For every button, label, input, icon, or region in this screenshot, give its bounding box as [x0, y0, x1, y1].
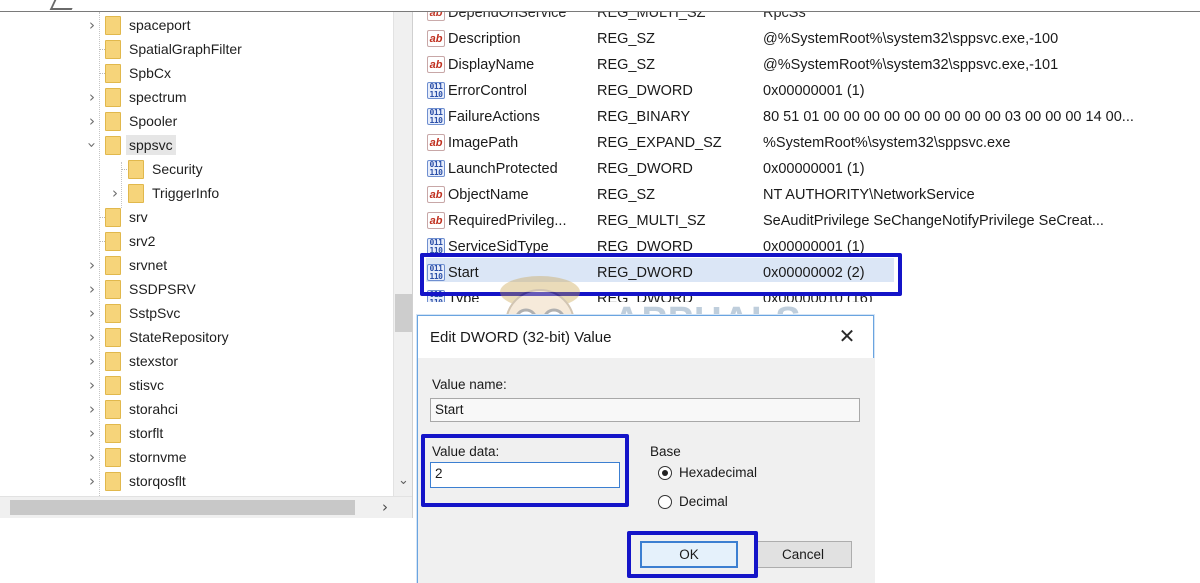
value-row-description[interactable]: ab Description REG_SZ @%SystemRoot%\syst…: [418, 26, 1198, 52]
binary-value-icon: 011110: [427, 82, 445, 99]
value-type: REG_MULTI_SZ: [597, 12, 706, 21]
string-value-icon: ab: [427, 56, 445, 73]
value-name: LaunchProtected: [448, 161, 558, 177]
value-name-label: Value name:: [432, 377, 507, 392]
value-row-objectname[interactable]: ab ObjectName REG_SZ NT AUTHORITY\Networ…: [418, 182, 1198, 208]
base-group-label: Base: [650, 444, 681, 459]
string-value-icon: ab: [427, 134, 445, 151]
value-row-launchprotected[interactable]: 011 110 LaunchProtected REG_DWORD 0x00000…: [418, 156, 1198, 182]
value-name: Description: [448, 31, 521, 47]
ok-button-highlight-box: [627, 531, 758, 578]
value-data: SeAuditPrivilege SeChangeNotifyPrivilege…: [763, 213, 1104, 229]
value-name: DependOnService: [448, 12, 567, 21]
string-value-icon: ab: [427, 212, 445, 229]
hexadecimal-radio[interactable]: [658, 466, 672, 480]
value-name: ErrorControl: [448, 83, 527, 99]
value-name: DisplayName: [448, 57, 535, 73]
value-row-failureactions[interactable]: 011 110 FailureActions REG_BINARY 80 51 0…: [418, 104, 1198, 130]
value-data: 80 51 01 00 00 00 00 00 00 00 00 00 03 0…: [763, 109, 1134, 125]
value-data-highlight-box: [421, 434, 629, 507]
value-type: REG_DWORD: [597, 83, 693, 99]
binary-value-icon: 011110: [427, 160, 445, 177]
value-type: REG_MULTI_SZ: [597, 213, 706, 229]
value-name: FailureActions: [448, 109, 540, 125]
value-row-displayname[interactable]: ab DisplayName REG_SZ @%SystemRoot%\syst…: [418, 52, 1198, 78]
string-value-icon: ab: [427, 30, 445, 47]
value-type: REG_SZ: [597, 57, 656, 73]
decimal-radio[interactable]: [658, 495, 672, 509]
dialog-title: Edit DWORD (32-bit) Value: [430, 329, 612, 346]
top-window-edge: [0, 0, 1200, 12]
string-value-icon: ab: [427, 186, 445, 203]
close-icon[interactable]: ✕: [835, 324, 859, 348]
cancel-button[interactable]: Cancel: [754, 541, 852, 568]
value-type: REG_BINARY: [597, 109, 691, 125]
decimal-label: Decimal: [679, 494, 728, 509]
hexadecimal-label: Hexadecimal: [679, 465, 758, 480]
value-row-errorcontrol[interactable]: 011 110 ErrorControl REG_DWORD 0x00000001…: [418, 78, 1198, 104]
tree-pane-border: [0, 12, 413, 518]
value-name: ImagePath: [448, 135, 519, 151]
value-data: %SystemRoot%\system32\sppsvc.exe: [763, 135, 1011, 151]
value-data: @%SystemRoot%\system32\sppsvc.exe,-101: [763, 57, 1059, 73]
value-row-requiredprivileges[interactable]: ab RequiredPrivileg... REG_MULTI_SZ SeAu…: [418, 208, 1198, 234]
start-row-highlight-box: [420, 253, 902, 296]
value-data: 0x00000001 (1): [763, 83, 865, 99]
value-data: @%SystemRoot%\system32\sppsvc.exe,-100: [763, 31, 1059, 47]
value-name-field: Start: [430, 398, 860, 422]
value-data: 0x00000001 (1): [763, 161, 865, 177]
value-type: REG_SZ: [597, 31, 656, 47]
value-data: NT AUTHORITY\NetworkService: [763, 187, 975, 203]
binary-value-icon: 011110: [427, 108, 445, 125]
value-type: REG_SZ: [597, 187, 656, 203]
value-name: ObjectName: [448, 187, 529, 203]
value-row-dependonservice[interactable]: ab DependOnService REG_MULTI_SZ RpcSs: [418, 12, 1198, 26]
value-name: RequiredPrivileg...: [448, 213, 567, 229]
value-row-imagepath[interactable]: ab ImagePath REG_EXPAND_SZ %SystemRoot%\…: [418, 130, 1198, 156]
value-type: REG_EXPAND_SZ: [597, 135, 722, 151]
string-value-icon: ab: [427, 12, 445, 21]
value-type: REG_DWORD: [597, 161, 693, 177]
window-corner-mark: [49, 0, 77, 10]
value-data: RpcSs: [763, 12, 806, 21]
